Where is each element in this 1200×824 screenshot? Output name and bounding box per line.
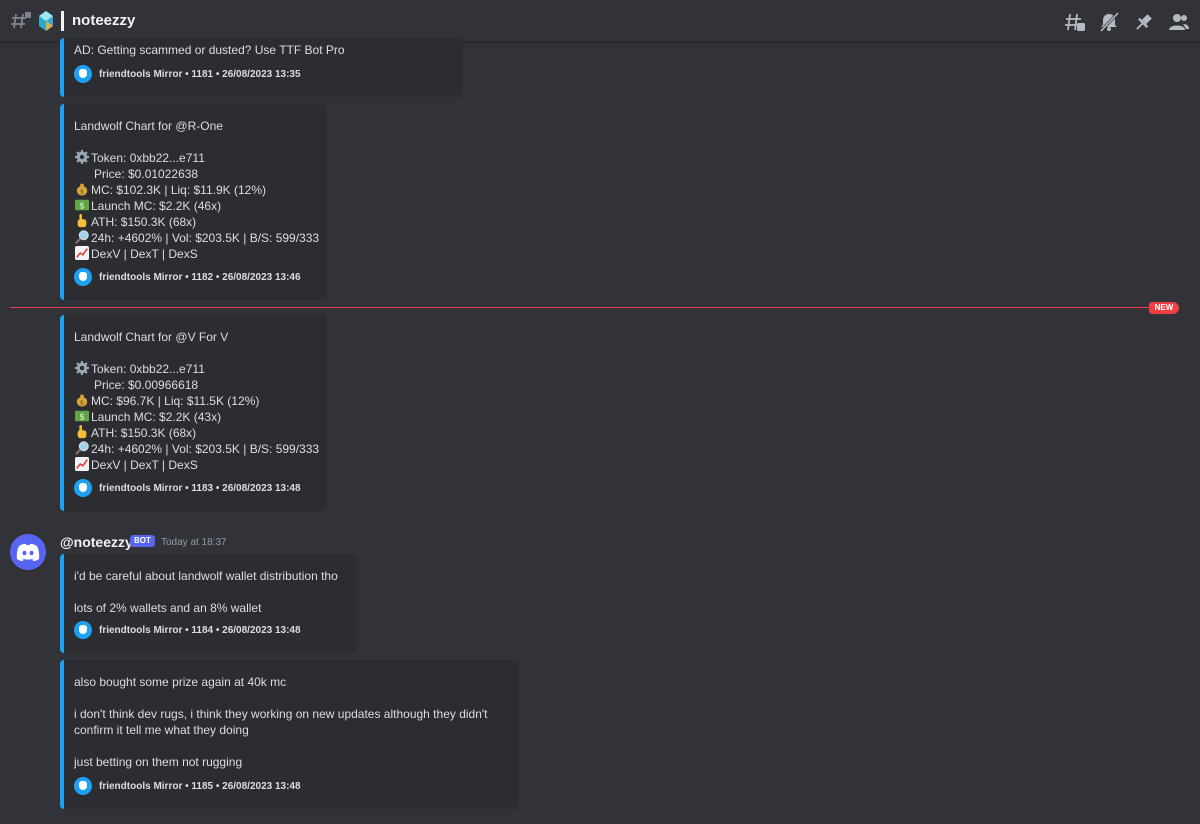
avatar[interactable] bbox=[10, 534, 46, 570]
embed-line: DexV | DexT | DexS bbox=[74, 246, 315, 262]
friendtools-avatar-icon bbox=[74, 479, 92, 497]
svg-text:$: $ bbox=[80, 188, 84, 195]
embed-message: AD: Getting scammed or dusted? Use TTF B… bbox=[60, 38, 463, 97]
friendtools-avatar-icon bbox=[74, 65, 92, 83]
svg-text:$: $ bbox=[79, 413, 85, 423]
friendtools-avatar-icon bbox=[74, 621, 92, 639]
embed-line: $ MC: $102.3K | Liq: $11.9K (12%) bbox=[74, 182, 315, 198]
new-messages-divider bbox=[10, 307, 1160, 308]
embed-message: Landwolf Chart for @V For V Token: 0xbb2… bbox=[60, 315, 327, 511]
embed-footer: friendtools Mirror • 1183 • 26/08/2023 1… bbox=[74, 479, 301, 497]
embed-footer-text: friendtools Mirror • 1181 • 26/08/2023 1… bbox=[99, 68, 301, 80]
embed-message: also bought some prize again at 40k mc i… bbox=[60, 660, 519, 809]
members-icon[interactable] bbox=[1168, 11, 1190, 33]
embed-line: $ Launch MC: $2.2K (46x) bbox=[74, 198, 315, 214]
embed-footer: friendtools Mirror • 1182 • 26/08/2023 1… bbox=[74, 268, 301, 286]
channel-header: noteezzy bbox=[0, 0, 1200, 42]
embed-footer: friendtools Mirror • 1184 • 26/08/2023 1… bbox=[74, 621, 301, 639]
gear-icon bbox=[75, 361, 89, 375]
gear-icon bbox=[75, 150, 89, 164]
embed-line: 24h: +4602% | Vol: $203.5K | B/S: 599/33… bbox=[74, 441, 319, 457]
embed-line: ATH: $150.3K (68x) bbox=[74, 214, 315, 230]
embed-footer-text: friendtools Mirror • 1184 • 26/08/2023 1… bbox=[99, 624, 301, 636]
channel-title: noteezzy bbox=[72, 12, 136, 29]
crystal-emoji-icon bbox=[39, 11, 53, 31]
embed-line: AD: Getting scammed or dusted? Use TTF B… bbox=[74, 43, 345, 57]
dollar-bill-icon: $ bbox=[75, 410, 89, 423]
embed-line: Price: $0.01022638 bbox=[74, 167, 199, 181]
embed-line: lots of 2% wallets and an 8% wallet bbox=[74, 601, 262, 615]
embed-line: Landwolf Chart for @R-One bbox=[74, 119, 223, 133]
chart-increasing-icon bbox=[75, 457, 89, 471]
pin-icon[interactable] bbox=[1133, 11, 1155, 33]
embed-line: i'd be careful about landwolf wallet dis… bbox=[74, 569, 338, 583]
dollar-bill-icon: $ bbox=[75, 199, 89, 212]
money-bag-icon: $ bbox=[76, 183, 88, 196]
chart-increasing-icon bbox=[75, 246, 89, 260]
embed-footer-text: friendtools Mirror • 1185 • 26/08/2023 1… bbox=[99, 780, 301, 792]
embed-line: $ MC: $96.7K | Liq: $11.5K (12%) bbox=[74, 393, 315, 409]
embed-footer: friendtools Mirror • 1185 • 26/08/2023 1… bbox=[74, 777, 301, 795]
bot-badge: BOT bbox=[130, 535, 155, 547]
embed-line: Landwolf Chart for @V For V bbox=[74, 330, 229, 344]
embed-line: DexV | DexT | DexS bbox=[74, 457, 315, 473]
embed-footer-text: friendtools Mirror • 1183 • 26/08/2023 1… bbox=[99, 482, 301, 494]
embed-line: Price: $0.00966618 bbox=[74, 378, 199, 392]
svg-text:$: $ bbox=[80, 399, 84, 406]
new-messages-badge: NEW bbox=[1149, 302, 1179, 314]
friendtools-avatar-icon bbox=[74, 268, 92, 286]
message-timestamp: Today at 18:37 bbox=[161, 537, 227, 548]
embed-line: 24h: +4602% | Vol: $203.5K | B/S: 599/33… bbox=[74, 230, 319, 246]
embed-footer-text: friendtools Mirror • 1182 • 26/08/2023 1… bbox=[99, 271, 301, 283]
pointing-hand-icon bbox=[77, 425, 87, 439]
embed-line: Token: 0xbb22...e711 bbox=[74, 361, 315, 377]
title-separator bbox=[61, 11, 64, 31]
embed-line: Token: 0xbb22...e711 bbox=[74, 150, 315, 166]
threads-icon[interactable] bbox=[1064, 11, 1086, 33]
embed-line: ATH: $150.3K (68x) bbox=[74, 425, 315, 441]
pointing-hand-icon bbox=[77, 214, 87, 228]
embed-line: just betting on them not rugging bbox=[74, 755, 243, 769]
money-bag-icon: $ bbox=[76, 394, 88, 407]
embed-footer: friendtools Mirror • 1181 • 26/08/2023 1… bbox=[74, 65, 301, 83]
magnifier-icon bbox=[75, 230, 89, 244]
svg-text:$: $ bbox=[79, 202, 85, 212]
friendtools-avatar-icon bbox=[74, 777, 92, 795]
embed-line: $ Launch MC: $2.2K (43x) bbox=[74, 409, 315, 425]
embed-message: Landwolf Chart for @R-One Token: 0xbb22.… bbox=[60, 104, 327, 300]
embed-line: also bought some prize again at 40k mc bbox=[74, 675, 287, 689]
magnifier-icon bbox=[75, 441, 89, 455]
embed-message: i'd be careful about landwolf wallet dis… bbox=[60, 554, 356, 653]
embed-line: confirm it tell me what they doing bbox=[74, 723, 249, 737]
thread-channel-icon bbox=[11, 12, 31, 29]
embed-line: i don't think dev rugs, i think they wor… bbox=[74, 707, 488, 721]
mute-icon[interactable] bbox=[1098, 11, 1120, 33]
username[interactable]: @noteezzy bbox=[60, 534, 133, 550]
